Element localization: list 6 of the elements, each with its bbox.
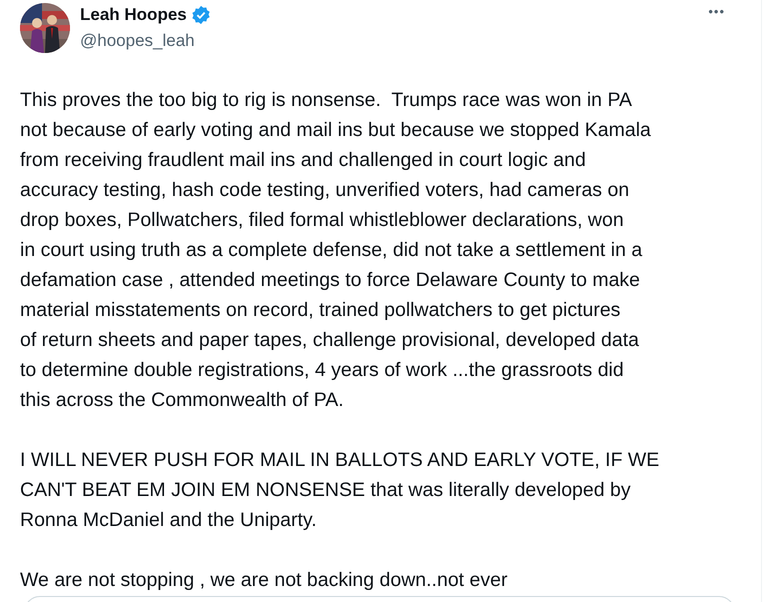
author-name[interactable]: Leah Hoopes [80, 4, 187, 26]
post-paragraph: I WILL NEVER PUSH FOR MAIL IN BALLOTS AND EARLY VOTE, IF WE CAN'T BEAT EM JOIN EM NONSENSE that was literally developed by Ronna McDaniel and the Uniparty. [20, 448, 660, 533]
post-paragraph: We are not stopping , we are not backing down..not ever [20, 568, 508, 593]
author-handle[interactable]: @hoopes_leah [80, 30, 211, 52]
more-options-button[interactable]: ••• [708, 4, 725, 19]
post-paragraph: This proves the too big to rig is nonsense. Trumps race was won in PA not because of early voting and mail ins but because we stopped Kamala from receiving fraudlent mail ins and challenged in court logic and accuracy testing, hash code testing, unverified voters, had cameras on drop boxes, Pollwatchers, filed formal whistleblower declarations, won in court using truth as a complete defense, did not take a settlement in a defamation case , attended meetings to force Delaware County to make material misstatements on record, trained pollwatchers to get pictures of return sheets and paper tapes, challenge provisional, developed data to determine double registrations, 4 years of work ...the grassroots did this across the Commonwealth of PA. [20, 88, 652, 413]
